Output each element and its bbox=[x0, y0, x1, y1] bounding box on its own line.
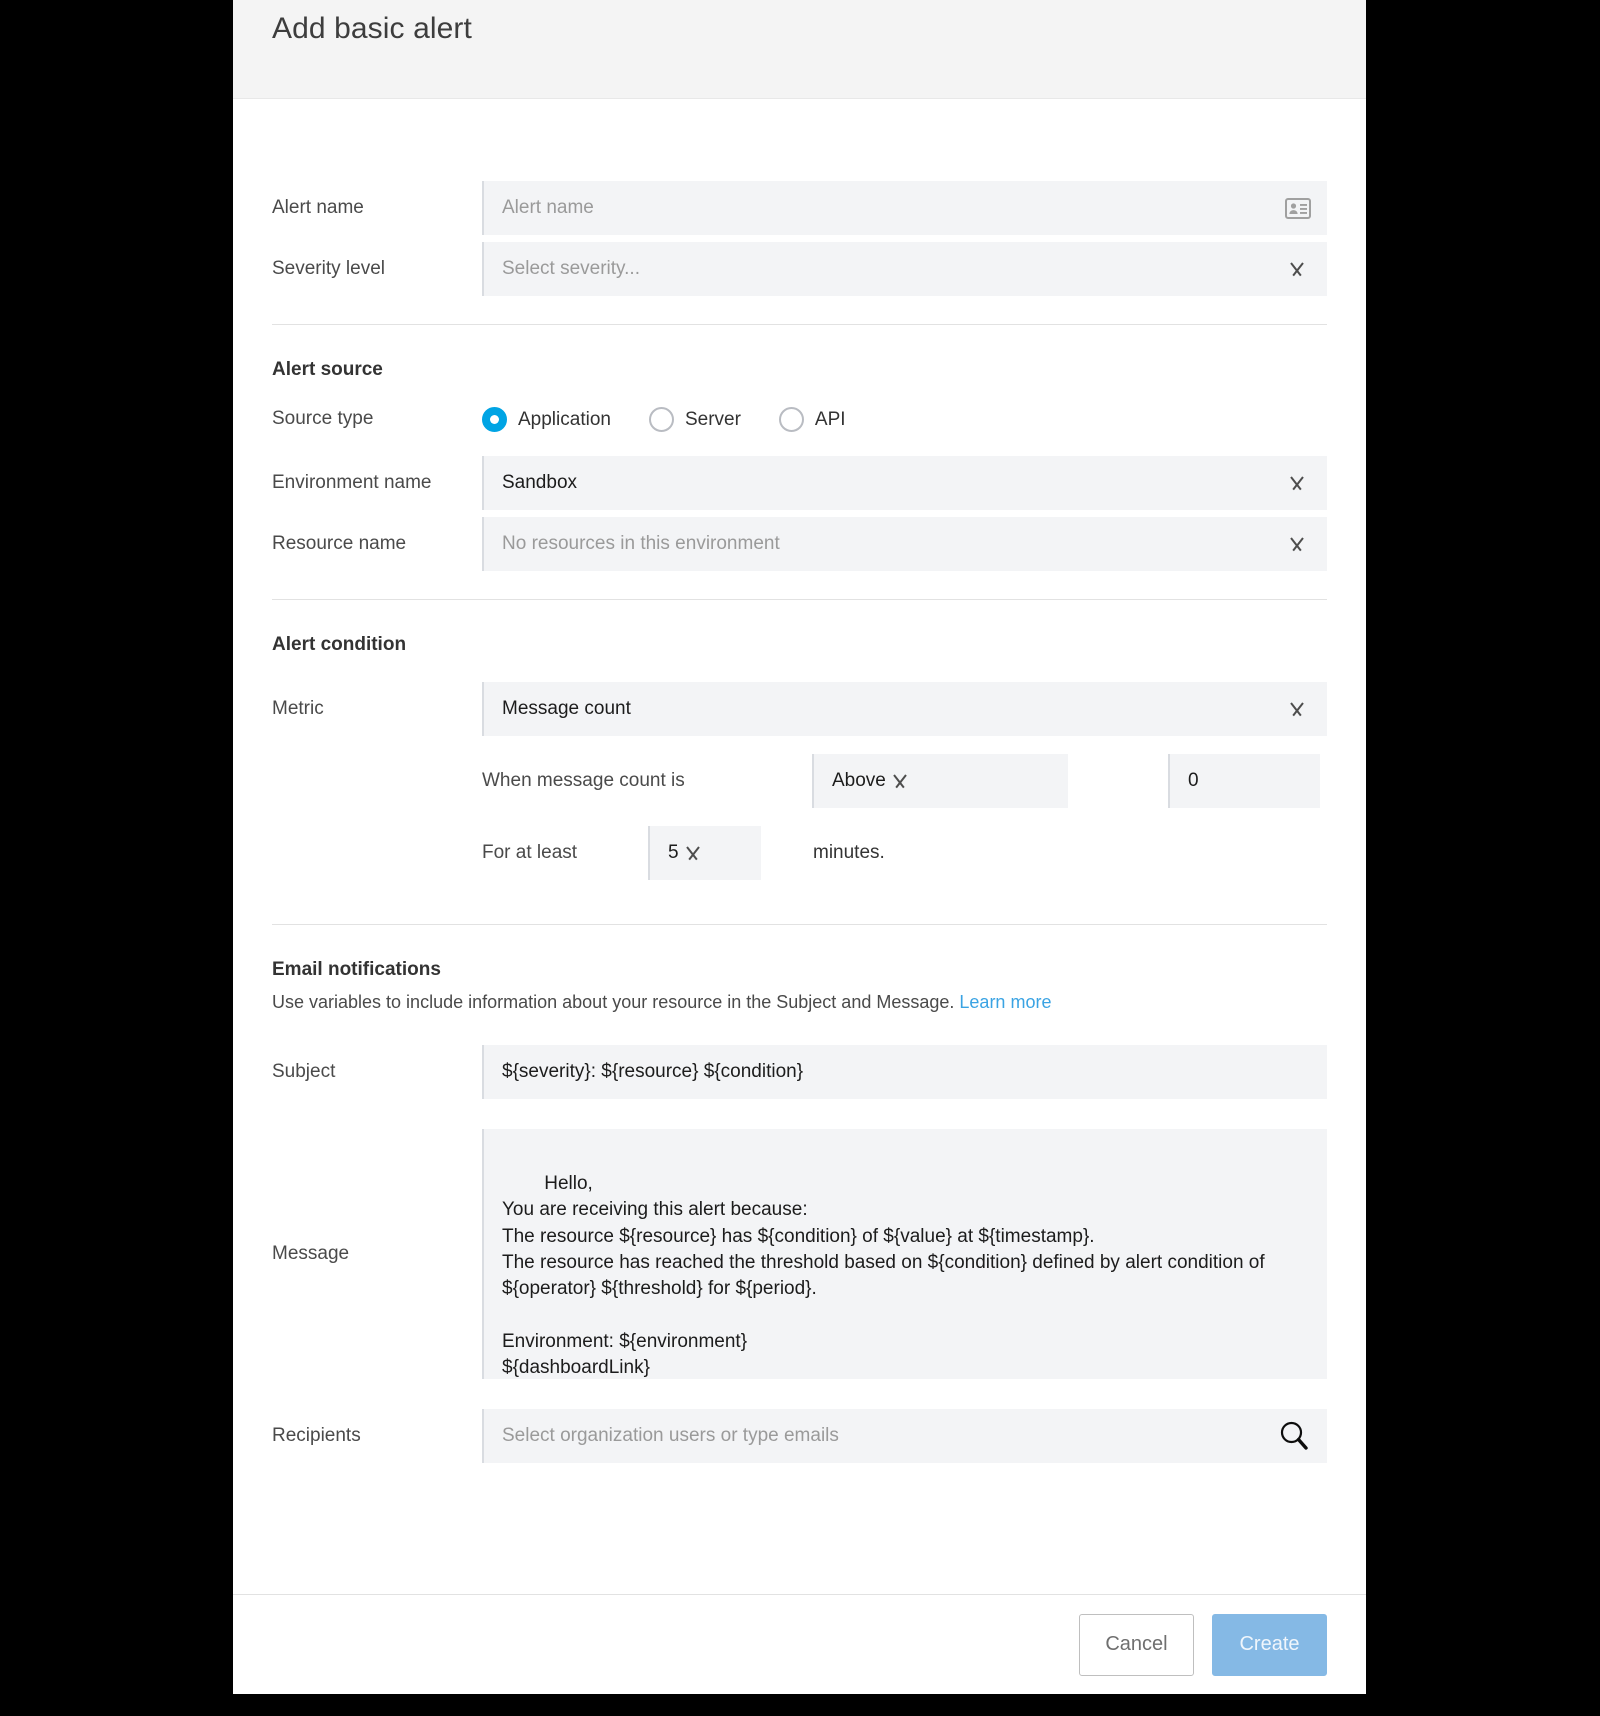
radio-api[interactable]: API bbox=[778, 407, 846, 432]
radio-server[interactable]: Server bbox=[648, 407, 741, 432]
divider-alert-source bbox=[272, 324, 1327, 325]
email-notifications-description-text: Use variables to include information abo… bbox=[272, 992, 955, 1012]
severity-level-select[interactable]: Select severity... bbox=[482, 242, 1327, 296]
minutes-text: minutes. bbox=[813, 842, 885, 863]
chevron-down-icon[interactable] bbox=[1283, 536, 1311, 552]
create-button[interactable]: Create bbox=[1212, 1613, 1327, 1676]
message-label: Message bbox=[272, 1242, 350, 1264]
resize-grip-icon[interactable] bbox=[1311, 1363, 1324, 1376]
divider-alert-condition bbox=[272, 599, 1327, 600]
alert-source-heading: Alert source bbox=[272, 359, 383, 380]
recipients-input[interactable]: Select organization users or type emails bbox=[482, 1409, 1327, 1463]
recipients-row: Recipients Select organization users or … bbox=[272, 1409, 1327, 1463]
alert-name-placeholder: Alert name bbox=[502, 197, 594, 218]
alert-name-row: Alert name Alert name bbox=[272, 181, 1327, 235]
severity-level-label: Severity level bbox=[272, 257, 385, 279]
dialog-header: Add basic alert bbox=[233, 0, 1366, 99]
email-notifications-heading: Email notifications bbox=[272, 959, 441, 980]
condition-period-row: For at least 5 minutes. bbox=[272, 826, 1327, 880]
operator-value: Above bbox=[832, 770, 886, 791]
source-type-radio-group: Application Server API bbox=[482, 407, 846, 432]
metric-row: Metric Message count bbox=[272, 682, 1327, 736]
period-value: 5 bbox=[668, 842, 679, 863]
severity-level-row: Severity level Select severity... bbox=[272, 242, 1327, 296]
source-type-row: Source type Application Server API bbox=[272, 407, 1327, 432]
radio-circle-server-icon[interactable] bbox=[648, 407, 674, 432]
search-icon[interactable] bbox=[1277, 1419, 1311, 1453]
chevron-down-icon[interactable] bbox=[1283, 475, 1311, 491]
chevron-down-icon[interactable] bbox=[1283, 261, 1311, 277]
operator-select[interactable]: Above bbox=[812, 754, 1068, 808]
threshold-input[interactable]: 0 bbox=[1168, 754, 1320, 808]
resource-name-placeholder: No resources in this environment bbox=[502, 533, 780, 554]
learn-more-link[interactable]: Learn more bbox=[959, 992, 1051, 1012]
add-basic-alert-dialog: Add basic alert Alert name Alert name Se… bbox=[233, 0, 1366, 1694]
metric-select[interactable]: Message count bbox=[482, 682, 1327, 736]
environment-name-value: Sandbox bbox=[502, 472, 578, 493]
radio-label-api: API bbox=[814, 408, 846, 430]
period-select[interactable]: 5 bbox=[648, 826, 761, 880]
alert-name-label: Alert name bbox=[272, 196, 364, 218]
resource-name-row: Resource name No resources in this envir… bbox=[272, 517, 1327, 571]
radio-label-application: Application bbox=[518, 408, 611, 430]
subject-input[interactable]: ${severity}: ${resource} ${condition} bbox=[482, 1045, 1327, 1099]
threshold-value: 0 bbox=[1188, 770, 1199, 791]
radio-label-server: Server bbox=[684, 408, 741, 430]
dialog-footer: Cancel Create bbox=[233, 1594, 1366, 1694]
alert-condition-heading: Alert condition bbox=[272, 634, 407, 655]
source-type-label: Source type bbox=[272, 408, 374, 430]
message-value: Hello, You are receiving this alert beca… bbox=[502, 1173, 1265, 1378]
radio-application[interactable]: Application bbox=[482, 407, 611, 432]
chevron-down-icon[interactable] bbox=[679, 845, 707, 861]
chevron-down-icon[interactable] bbox=[886, 773, 914, 789]
resource-name-label: Resource name bbox=[272, 532, 407, 554]
for-at-least-text: For at least bbox=[482, 842, 578, 863]
message-row: Message Hello, You are receiving this al… bbox=[272, 1129, 1327, 1379]
condition-operator-row: When message count is Above 0 bbox=[272, 754, 1327, 808]
recipients-placeholder: Select organization users or type emails bbox=[502, 1425, 839, 1446]
resource-name-select[interactable]: No resources in this environment bbox=[482, 517, 1327, 571]
subject-row: Subject ${severity}: ${resource} ${condi… bbox=[272, 1045, 1327, 1099]
contact-card-icon[interactable] bbox=[1285, 197, 1311, 219]
radio-circle-api-icon[interactable] bbox=[778, 407, 804, 432]
subject-value: ${severity}: ${resource} ${condition} bbox=[502, 1061, 804, 1082]
when-message-count-text: When message count is bbox=[482, 770, 685, 791]
environment-name-label: Environment name bbox=[272, 471, 432, 493]
email-notifications-description: Use variables to include information abo… bbox=[272, 992, 1327, 1013]
environment-name-row: Environment name Sandbox bbox=[272, 456, 1327, 510]
environment-name-select[interactable]: Sandbox bbox=[482, 456, 1327, 510]
alert-name-input[interactable]: Alert name bbox=[482, 181, 1327, 235]
message-textarea[interactable]: Hello, You are receiving this alert beca… bbox=[482, 1129, 1327, 1379]
cancel-button[interactable]: Cancel bbox=[1079, 1613, 1194, 1676]
severity-level-placeholder: Select severity... bbox=[502, 258, 640, 279]
metric-label: Metric bbox=[272, 697, 324, 719]
chevron-down-icon[interactable] bbox=[1283, 701, 1311, 717]
radio-circle-application-icon[interactable] bbox=[482, 407, 507, 432]
recipients-label: Recipients bbox=[272, 1424, 361, 1446]
subject-label: Subject bbox=[272, 1060, 336, 1082]
divider-email-notifications bbox=[272, 924, 1327, 925]
dialog-title: Add basic alert bbox=[272, 12, 472, 45]
dialog-body: Alert name Alert name Severity level Sel… bbox=[233, 99, 1366, 1602]
metric-value: Message count bbox=[502, 698, 631, 719]
